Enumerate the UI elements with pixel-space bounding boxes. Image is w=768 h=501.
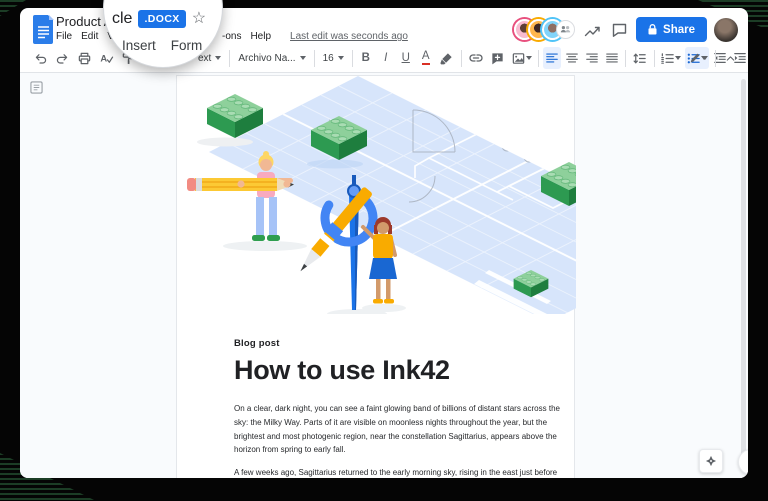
magnified-title-fragment: cle: [112, 10, 132, 28]
align-left-icon: [545, 51, 559, 65]
docx-badge[interactable]: .DOCX: [138, 10, 185, 28]
chevron-down-icon: [338, 56, 344, 60]
justify-button[interactable]: [603, 47, 621, 69]
article-kicker: Blog post: [234, 338, 566, 349]
chevron-down-icon: [702, 56, 708, 60]
link-icon: [468, 50, 484, 66]
insert-link-button[interactable]: [466, 47, 486, 69]
undo-icon: [33, 51, 48, 66]
svg-text:A: A: [100, 53, 107, 63]
hide-side-panel-button[interactable]: ‹: [738, 449, 748, 475]
more-collaborators-button[interactable]: [556, 20, 575, 39]
align-right-button[interactable]: [583, 47, 601, 69]
document-page[interactable]: Blog post How to use Ink42 On a clear, d…: [176, 75, 575, 478]
chevron-down-icon: [215, 56, 221, 60]
print-icon: [77, 51, 92, 66]
google-docs-logo-icon[interactable]: [32, 14, 54, 49]
image-icon: [511, 51, 526, 66]
text-color-button[interactable]: A: [417, 47, 435, 69]
chevron-up-icon: [724, 52, 737, 65]
numbered-list-icon: [660, 51, 675, 66]
account-avatar[interactable]: [714, 18, 738, 42]
chevron-down-icon: [675, 56, 681, 60]
magnified-menu-insert[interactable]: Insert: [122, 38, 156, 53]
line-spacing-button[interactable]: [630, 47, 650, 69]
justify-icon: [605, 51, 619, 65]
redo-button[interactable]: [52, 47, 72, 69]
explore-button[interactable]: [699, 449, 723, 473]
people-icon: [560, 25, 571, 34]
editing-mode-dropdown[interactable]: [685, 47, 711, 69]
spell-check-icon: A: [99, 51, 114, 66]
align-center-icon: [565, 51, 579, 65]
menu-edit[interactable]: Edit: [81, 31, 98, 42]
insert-image-button[interactable]: [510, 47, 534, 69]
comment-bubble-icon: [612, 23, 627, 37]
share-button[interactable]: Share: [636, 17, 707, 42]
align-center-button[interactable]: [563, 47, 581, 69]
add-comment-icon: [490, 51, 505, 66]
align-right-icon: [585, 51, 599, 65]
italic-button[interactable]: I: [377, 47, 395, 69]
font-family-dropdown[interactable]: Archivo Na...: [234, 47, 309, 69]
open-comments-button[interactable]: [609, 20, 629, 40]
hero-illustration: [177, 76, 576, 314]
document-area: Blog post How to use Ink42 On a clear, d…: [20, 73, 748, 478]
article-heading: How to use Ink42: [234, 355, 566, 386]
highlight-color-button[interactable]: [437, 47, 457, 69]
add-comment-button[interactable]: [488, 47, 508, 69]
chevron-down-icon: [526, 56, 532, 60]
pencil-icon: [688, 51, 702, 65]
undo-button[interactable]: [30, 47, 50, 69]
menubar-right: -ons Help Last edit was seconds ago: [222, 31, 408, 42]
show-outline-button[interactable]: [29, 80, 43, 94]
explore-icon: [704, 454, 718, 468]
lock-icon: [648, 24, 657, 35]
collapse-toolbar-button[interactable]: [720, 47, 740, 69]
activity-dashboard-button[interactable]: [582, 20, 602, 40]
numbered-list-button[interactable]: [659, 47, 683, 69]
screenshot-background: Product Article File Edit View -ons Help…: [0, 0, 768, 501]
magnified-menu-format-fragment[interactable]: Form: [171, 38, 203, 53]
star-icon[interactable]: ☆: [192, 11, 206, 27]
line-spacing-icon: [632, 51, 647, 66]
share-button-label: Share: [663, 24, 695, 36]
redo-icon: [55, 51, 70, 66]
underline-button[interactable]: U: [397, 47, 415, 69]
article-paragraph: On a clear, dark night, you can see a fa…: [234, 402, 566, 457]
vertical-scrollbar[interactable]: [741, 79, 746, 463]
last-edit-link[interactable]: Last edit was seconds ago: [290, 31, 408, 42]
docs-window: Product Article File Edit View -ons Help…: [20, 8, 748, 478]
print-button[interactable]: [74, 47, 94, 69]
article-paragraph: A few weeks ago, Sagittarius returned to…: [234, 466, 566, 478]
menu-file[interactable]: File: [56, 31, 72, 42]
font-size-dropdown[interactable]: 16: [319, 47, 348, 69]
chevron-down-icon: [300, 56, 306, 60]
document-outline-icon: [30, 81, 43, 94]
align-left-button[interactable]: [543, 47, 561, 69]
spell-check-button[interactable]: A: [96, 47, 116, 69]
menu-help[interactable]: Help: [250, 31, 271, 42]
menu-addons-fragment[interactable]: -ons: [222, 31, 241, 42]
trend-arrow-icon: [584, 23, 601, 37]
collaborator-avatars: [514, 19, 575, 40]
highlighter-icon: [439, 51, 454, 66]
bold-button[interactable]: B: [357, 47, 375, 69]
